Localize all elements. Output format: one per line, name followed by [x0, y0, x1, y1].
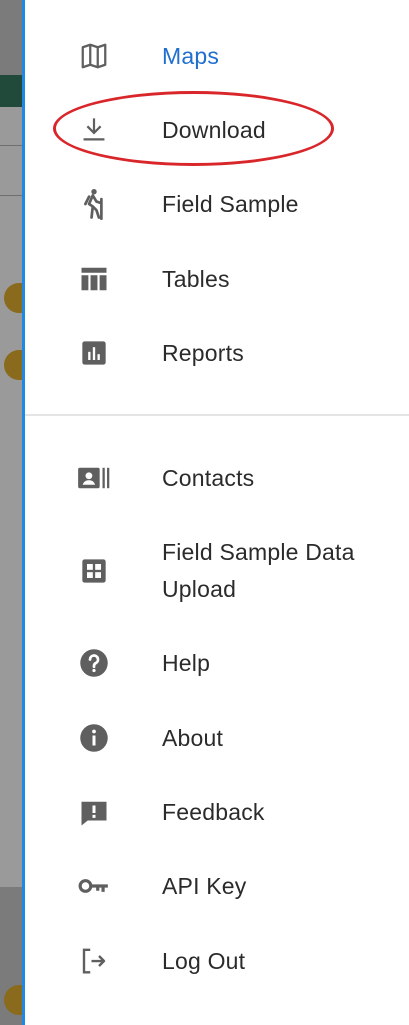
nav-label: Feedback	[162, 799, 265, 825]
logout-icon	[77, 944, 111, 978]
nav-label: Log Out	[162, 948, 246, 974]
nav-item-contacts[interactable]: Contacts	[25, 460, 409, 497]
nav-item-field-sample[interactable]: Field Sample	[25, 186, 409, 223]
nav-item-field-sample-data-upload[interactable]: Field Sample Data Upload	[25, 534, 409, 608]
nav-item-about[interactable]: About	[25, 720, 409, 757]
contact-card-icon	[77, 461, 111, 495]
nav-label: Help	[162, 650, 211, 676]
background-header-bar	[0, 75, 22, 107]
nav-label: Field Sample Data Upload	[162, 539, 355, 602]
background-divider	[0, 195, 22, 196]
map-icon	[77, 39, 111, 73]
nav-label: API Key	[162, 873, 247, 899]
navigation-drawer: Maps Download Field Sample Tables Report…	[25, 0, 409, 1025]
nav-label: Maps	[162, 43, 220, 69]
key-icon	[77, 869, 111, 903]
nav-item-api-key[interactable]: API Key	[25, 868, 409, 905]
nav-label: Tables	[162, 266, 230, 292]
nav-label: Field Sample	[162, 191, 299, 217]
nav-item-help[interactable]: Help	[25, 645, 409, 682]
nav-item-log-out[interactable]: Log Out	[25, 943, 409, 980]
background-marker	[4, 985, 22, 1015]
nav-item-download[interactable]: Download	[25, 112, 409, 149]
grid-icon	[77, 554, 111, 588]
feedback-icon	[77, 796, 111, 830]
background-app	[0, 0, 22, 1025]
nav-item-reports[interactable]: Reports	[25, 335, 409, 372]
section-divider	[25, 414, 409, 416]
bar-chart-icon	[77, 336, 111, 370]
hiker-icon	[77, 187, 111, 221]
help-icon	[77, 646, 111, 680]
nav-label: Contacts	[162, 465, 255, 491]
nav-item-tables[interactable]: Tables	[25, 261, 409, 298]
table-icon	[77, 262, 111, 296]
background-panel	[0, 107, 22, 887]
nav-label: About	[162, 725, 224, 751]
download-icon	[77, 113, 111, 147]
info-icon	[77, 721, 111, 755]
nav-label: Reports	[162, 340, 244, 366]
background-divider	[0, 145, 22, 146]
nav-item-maps[interactable]: Maps	[25, 38, 409, 75]
nav-label: Download	[162, 117, 266, 143]
nav-item-feedback[interactable]: Feedback	[25, 794, 409, 831]
